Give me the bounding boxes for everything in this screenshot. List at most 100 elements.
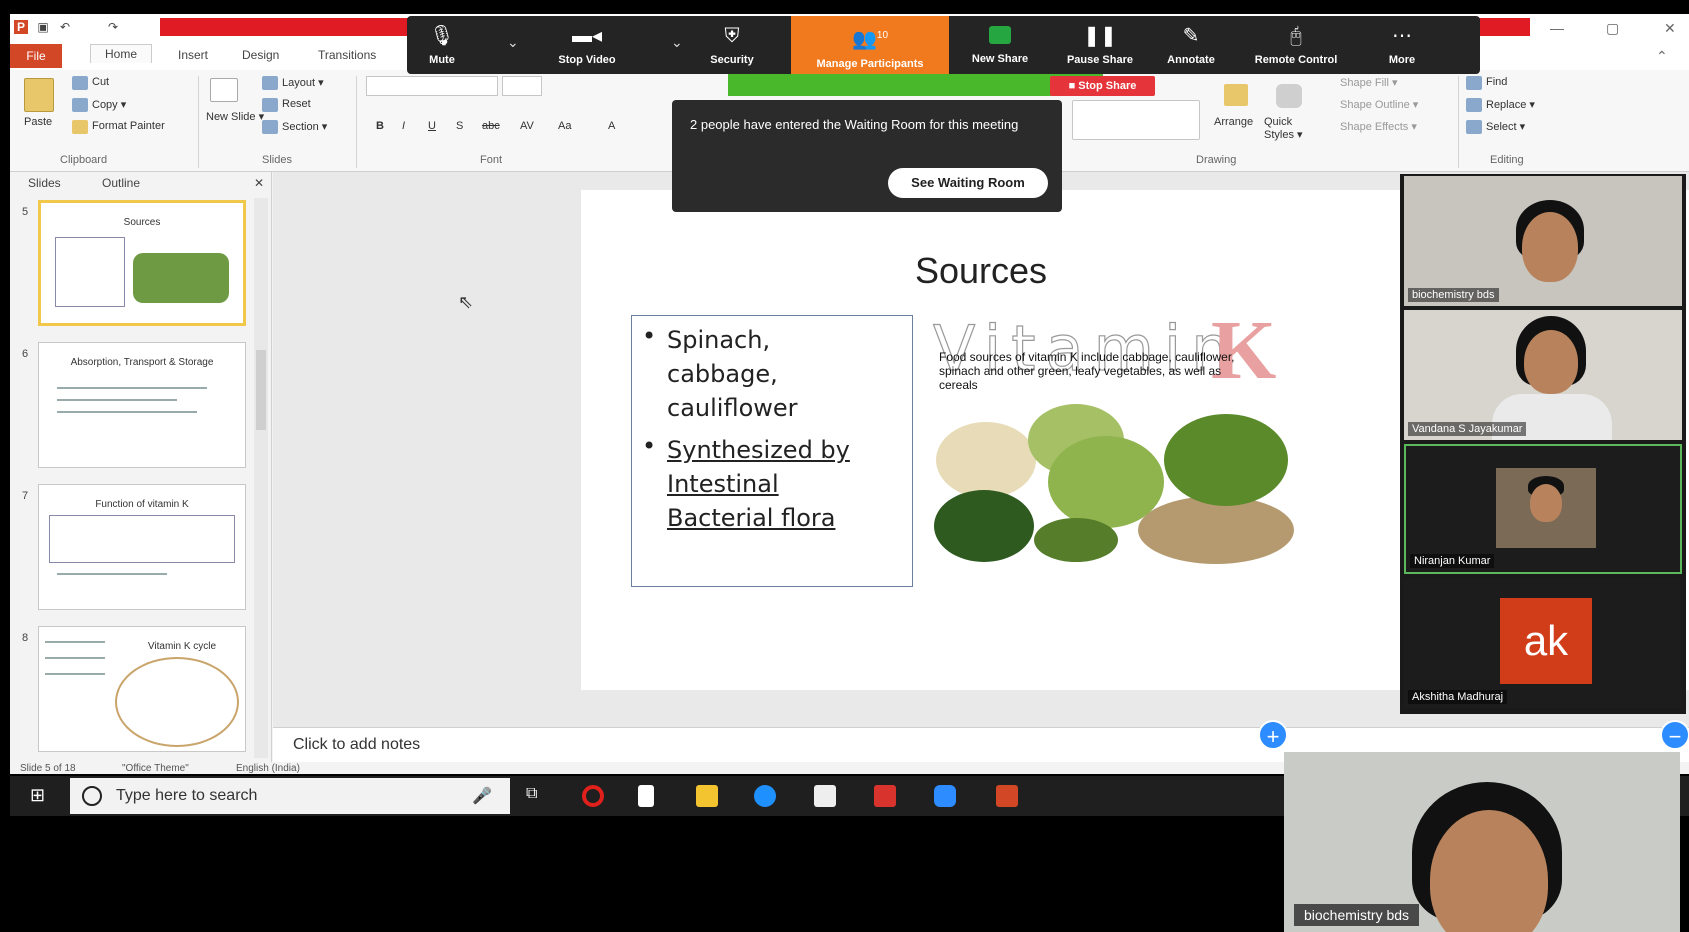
tab-home[interactable]: Home bbox=[90, 44, 153, 63]
tab-file[interactable]: File bbox=[10, 44, 62, 68]
bold-button[interactable]: B bbox=[376, 120, 384, 132]
find-button[interactable]: Find bbox=[1486, 76, 1507, 88]
taskbar-search-box[interactable]: Type here to search 🎤 bbox=[70, 778, 510, 814]
slide-thumbnail[interactable]: Vitamin K cycle bbox=[38, 626, 246, 752]
manage-participants-button[interactable]: 👥10 Manage Participants bbox=[791, 16, 949, 74]
undo-icon[interactable]: ↶ bbox=[58, 20, 72, 34]
editing-group-label: Editing bbox=[1490, 154, 1524, 166]
tab-slides[interactable]: Slides bbox=[28, 176, 61, 190]
format-painter-icon bbox=[72, 120, 88, 134]
remote-control-button[interactable]: 🖰 Remote Control bbox=[1241, 16, 1351, 74]
new-slide-icon[interactable] bbox=[210, 78, 238, 102]
bullet-line: cabbage, bbox=[667, 360, 778, 388]
bullet-line: cauliflower bbox=[667, 394, 798, 422]
see-waiting-room-button[interactable]: See Waiting Room bbox=[888, 168, 1048, 198]
shape-effects-button[interactable]: Shape Effects ▾ bbox=[1340, 120, 1417, 133]
slide-bullet-textbox[interactable]: • Spinach, cabbage, cauliflower • Synthe… bbox=[631, 315, 913, 587]
video-tile[interactable]: Vandana S Jayakumar bbox=[1404, 310, 1682, 440]
edge-icon[interactable] bbox=[754, 785, 776, 807]
save-icon[interactable]: ▣ bbox=[36, 20, 50, 34]
waiting-room-message: 2 people have entered the Waiting Room f… bbox=[690, 117, 1019, 132]
more-button[interactable]: ⋯ More bbox=[1367, 16, 1437, 74]
microphone-icon: 🎙 bbox=[429, 25, 455, 47]
shapes-gallery-icon[interactable] bbox=[1072, 100, 1200, 140]
opera-icon[interactable] bbox=[582, 785, 604, 807]
format-painter-button[interactable]: Format Painter bbox=[92, 120, 165, 132]
tab-design[interactable]: Design bbox=[242, 48, 279, 62]
language-indicator[interactable]: English (India) bbox=[236, 763, 300, 774]
paste-icon[interactable] bbox=[24, 78, 54, 112]
task-view-icon[interactable]: ⧉ bbox=[526, 785, 537, 803]
section-button[interactable]: Section ▾ bbox=[282, 120, 327, 133]
tab-insert[interactable]: Insert bbox=[178, 48, 208, 62]
shadow-button[interactable]: S bbox=[456, 120, 463, 132]
stop-share-button[interactable]: ■ Stop Share bbox=[1050, 76, 1155, 96]
expand-view-icon[interactable]: + bbox=[1258, 720, 1288, 750]
tab-transitions[interactable]: Transitions bbox=[318, 48, 376, 62]
select-button[interactable]: Select ▾ bbox=[1486, 120, 1525, 133]
ellipsis-icon: ⋯ bbox=[1392, 25, 1412, 47]
slide-thumbnail[interactable]: Sources bbox=[38, 200, 246, 326]
vitamin-description: Food sources of vitamin K include cabbag… bbox=[939, 350, 1235, 392]
windows-start-icon[interactable]: ⊞ bbox=[30, 785, 45, 806]
app-icon[interactable] bbox=[874, 785, 896, 807]
paste-button[interactable]: Paste bbox=[24, 116, 52, 128]
video-tile[interactable]: ak Akshitha Madhuraj bbox=[1404, 578, 1682, 708]
security-button[interactable]: ⛨ Security bbox=[689, 16, 775, 74]
slide-title[interactable]: Sources bbox=[831, 250, 1131, 292]
tab-outline[interactable]: Outline bbox=[102, 176, 140, 190]
store-icon[interactable] bbox=[814, 785, 836, 807]
font-color-button[interactable]: A bbox=[608, 120, 615, 132]
file-explorer-icon[interactable] bbox=[696, 785, 718, 807]
notepad-icon[interactable] bbox=[638, 785, 654, 807]
font-name-dropdown[interactable] bbox=[366, 76, 498, 96]
replace-icon bbox=[1466, 98, 1482, 112]
microphone-icon[interactable]: 🎤 bbox=[472, 786, 492, 806]
zoom-app-icon[interactable] bbox=[934, 785, 956, 807]
copy-button[interactable]: Copy ▾ bbox=[92, 98, 126, 111]
arrange-button[interactable]: Arrange bbox=[1214, 116, 1253, 128]
shape-outline-button[interactable]: Shape Outline ▾ bbox=[1340, 98, 1418, 111]
close-icon[interactable]: ✕ bbox=[1664, 20, 1676, 37]
slides-pane-scrollbar[interactable] bbox=[254, 198, 268, 758]
annotate-button[interactable]: ✎ Annotate bbox=[1151, 16, 1231, 74]
minimize-icon[interactable]: — bbox=[1550, 20, 1564, 36]
character-spacing-button[interactable]: AV bbox=[520, 120, 534, 132]
new-share-button[interactable]: New Share bbox=[955, 16, 1045, 74]
close-pane-icon[interactable]: ✕ bbox=[254, 176, 264, 190]
participants-count: 10 bbox=[876, 30, 889, 41]
video-tile[interactable]: biochemistry bds bbox=[1404, 176, 1682, 306]
font-size-dropdown[interactable] bbox=[502, 76, 542, 96]
redo-icon[interactable]: ↷ bbox=[106, 20, 120, 34]
participant-face bbox=[1524, 330, 1578, 394]
scrollbar-thumb[interactable] bbox=[256, 350, 266, 430]
layout-button[interactable]: Layout ▾ bbox=[282, 76, 324, 89]
select-icon bbox=[1466, 120, 1482, 134]
powerpoint-taskbar-icon[interactable] bbox=[996, 785, 1018, 807]
change-case-button[interactable]: Aa bbox=[558, 120, 571, 132]
video-tile-active-speaker[interactable]: Niranjan Kumar bbox=[1404, 444, 1682, 574]
help-icon[interactable]: ⌃ bbox=[1656, 48, 1668, 65]
participant-avatar: ak bbox=[1500, 598, 1592, 684]
cut-button[interactable]: Cut bbox=[92, 76, 109, 88]
slide-thumbnail[interactable]: Absorption, Transport & Storage bbox=[38, 342, 246, 468]
strikethrough-button[interactable]: abc bbox=[482, 120, 500, 132]
slide-thumbnail[interactable]: Function of vitamin K bbox=[38, 484, 246, 610]
mute-button[interactable]: 🎙 Mute bbox=[407, 16, 477, 74]
quick-styles-button[interactable]: Quick Styles ▾ bbox=[1264, 116, 1320, 141]
new-slide-button[interactable]: New Slide ▾ bbox=[206, 110, 264, 123]
self-video-view[interactable]: biochemistry bds bbox=[1284, 752, 1680, 932]
video-options-caret-icon[interactable]: ⌄ bbox=[671, 34, 683, 51]
restore-icon[interactable]: ▢ bbox=[1606, 20, 1619, 37]
stop-video-button[interactable]: ▬◂ Stop Video bbox=[537, 16, 637, 74]
audio-options-caret-icon[interactable]: ⌄ bbox=[507, 34, 519, 51]
replace-button[interactable]: Replace ▾ bbox=[1486, 98, 1535, 111]
reset-button[interactable]: Reset bbox=[282, 98, 311, 110]
pause-share-button[interactable]: ❚❚ Pause Share bbox=[1055, 16, 1145, 74]
shape-fill-button[interactable]: Shape Fill ▾ bbox=[1340, 76, 1398, 89]
leafy-greens bbox=[1164, 414, 1288, 506]
thumb-number: 5 bbox=[22, 206, 29, 218]
italic-button[interactable]: I bbox=[402, 120, 405, 132]
collapse-view-icon[interactable]: − bbox=[1660, 720, 1689, 750]
underline-button[interactable]: U bbox=[428, 120, 436, 132]
